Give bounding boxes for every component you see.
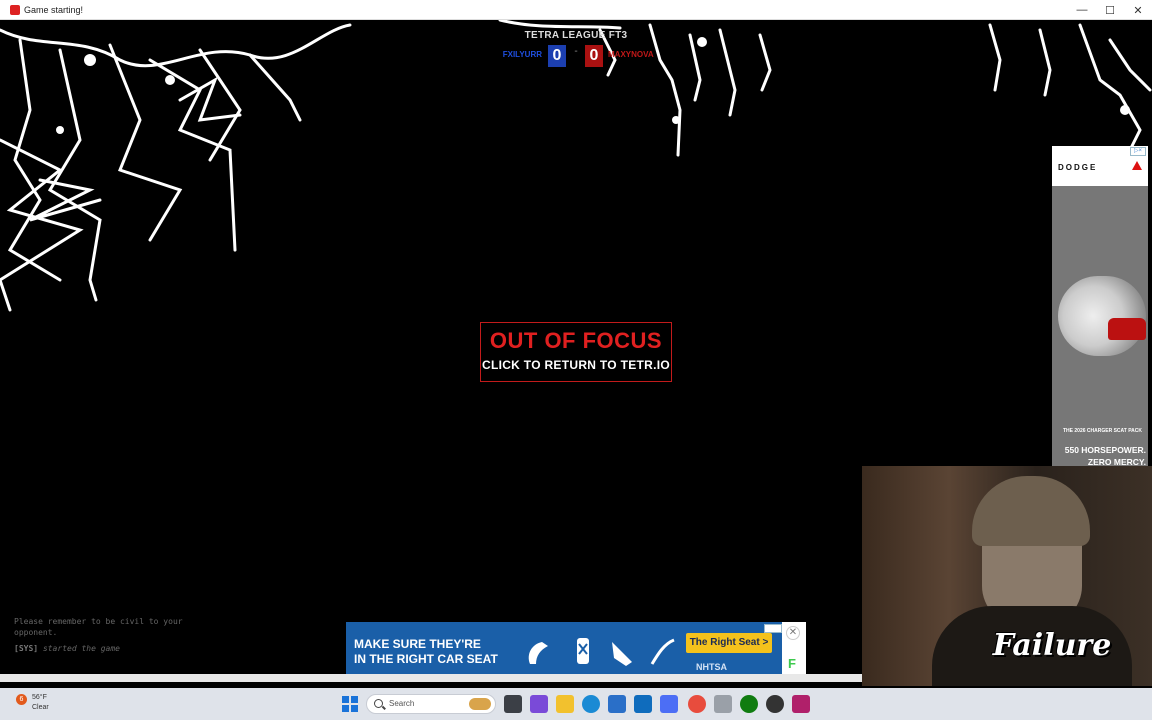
minimize-button[interactable]: — — [1068, 0, 1096, 20]
ad-headline-line-2: ZERO MERCY. — [1087, 457, 1146, 466]
ad-message-line-1: MAKE SURE THEY'RE — [354, 637, 481, 651]
seat-belt-icon — [650, 638, 675, 665]
close-window-button[interactable]: ✕ — [1124, 0, 1152, 20]
league-title: TETRA LEAGUE FT3 — [524, 30, 628, 41]
ad-model-text: THE 2026 CHARGER SCAT PACK — [1063, 428, 1142, 434]
chat-system-tag: [SYS] — [14, 644, 39, 653]
file-explorer-icon[interactable] — [556, 695, 574, 713]
outlook-icon[interactable] — [634, 695, 652, 713]
weather-temperature: 56°F — [32, 694, 47, 701]
adchoices-icon[interactable] — [764, 624, 782, 633]
game-screen: Game starting! — ☐ ✕ TETRA LEAGUE FT3 FX… — [0, 0, 1152, 720]
score-separator: - — [574, 46, 578, 57]
app-icon[interactable] — [660, 695, 678, 713]
copilot-icon[interactable] — [530, 695, 548, 713]
smoke-image — [1058, 276, 1146, 356]
window-controls: — ☐ ✕ — [1068, 0, 1152, 20]
car-image — [1108, 318, 1146, 340]
chrome-icon[interactable] — [688, 695, 706, 713]
scoreboard: TETRA LEAGUE FT3 FXILYURR 0 - 0 MAXYNOVA — [460, 28, 692, 74]
weather-widget[interactable]: 6 56°F Clear — [8, 692, 68, 716]
tetrio-taskbar-icon[interactable] — [792, 695, 810, 713]
search-label: Search — [389, 699, 415, 708]
search-highlight-icon — [469, 698, 491, 710]
task-view-icon[interactable] — [504, 695, 522, 713]
obs-icon[interactable] — [766, 695, 784, 713]
ad-sponsor: NHTSA — [696, 662, 727, 672]
notepad-icon[interactable] — [714, 695, 732, 713]
player-right-name: MAXYNOVA — [608, 50, 654, 59]
return-to-game-prompt: CLICK TO RETURN TO TETR.IO — [481, 358, 671, 372]
ad-cta-button[interactable]: The Right Seat > — [686, 633, 772, 653]
xbox-icon[interactable] — [740, 695, 758, 713]
webcam-overlay: Failure — [862, 466, 1152, 686]
weather-condition: Clear — [32, 704, 49, 711]
infant-seat-icon — [612, 642, 632, 666]
ad-message: MAKE SURE THEY'RE IN THE RIGHT CAR SEAT — [354, 637, 498, 667]
system-tray[interactable] — [1062, 694, 1148, 714]
search-icon — [374, 699, 383, 708]
horizontal-scrollbar[interactable] — [0, 674, 862, 682]
chat-system-message: [SYS] started the game — [14, 643, 214, 654]
chat-notice: Please remember to be civil to your oppo… — [14, 617, 183, 637]
maximize-button[interactable]: ☐ — [1096, 0, 1124, 20]
ad-brand: DODGE — [1058, 163, 1098, 172]
tetrio-app-icon — [10, 4, 20, 15]
player-left-name: FXILYURR — [502, 50, 542, 59]
ad-message-line-2: IN THE RIGHT CAR SEAT — [354, 652, 498, 666]
ad-headline-line-1: 550 HORSEPOWER. — [1064, 445, 1146, 455]
game-chat: Please remember to be civil to your oppo… — [14, 616, 214, 659]
ad-close-icon[interactable]: ✕ — [786, 626, 800, 640]
out-of-focus-title: OUT OF FOCUS — [489, 328, 663, 353]
weather-badge: 6 — [16, 694, 27, 705]
edge-icon[interactable] — [582, 695, 600, 713]
window-title: Game starting! — [24, 4, 84, 15]
car-seat-icon — [528, 642, 548, 664]
player-left-score: 0 — [548, 45, 566, 67]
dodge-ad[interactable]: DODGE ▷× THE 2026 CHARGER SCAT PACK 550 … — [1052, 146, 1148, 466]
start-icon[interactable] — [342, 696, 358, 712]
ad-feedback-icon[interactable]: F — [788, 656, 796, 671]
out-of-focus-panel[interactable]: OUT OF FOCUS CLICK TO RETURN TO TETR.IO — [480, 322, 672, 382]
booster-seat-icon — [577, 638, 589, 664]
player-right-score: 0 — [585, 45, 603, 67]
ad-header: DODGE ▷× — [1052, 146, 1148, 186]
window-title-bar[interactable]: Game starting! — ☐ ✕ — [0, 0, 1152, 20]
brand-logo-icon — [1132, 161, 1142, 170]
adchoices-icon[interactable]: ▷× — [1130, 147, 1146, 156]
taskbar: 6 56°F Clear Search — [0, 688, 1152, 720]
car-seat-ad[interactable]: MAKE SURE THEY'RE IN THE RIGHT CAR SEAT … — [346, 622, 806, 682]
ad-headline: 550 HORSEPOWER. ZERO MERCY. — [1054, 444, 1146, 466]
taskbar-search[interactable]: Search — [366, 694, 496, 714]
store-icon[interactable] — [608, 695, 626, 713]
chat-system-text: started the game — [42, 644, 120, 653]
webcam-logo-text: Failure — [992, 628, 1112, 663]
